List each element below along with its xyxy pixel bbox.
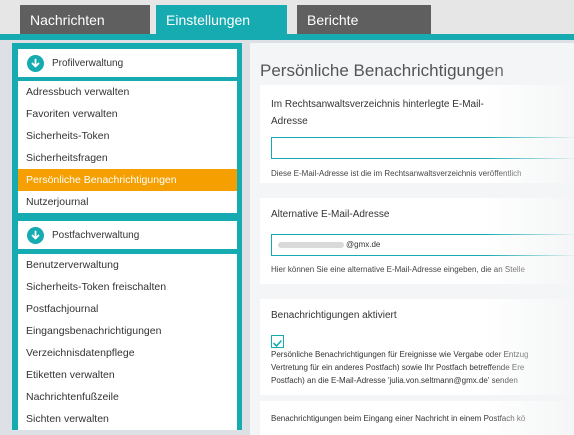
sidebar-item-postfachjournal[interactable]: Postfachjournal	[18, 298, 237, 320]
alternative-email-field[interactable]: @gmx.de	[271, 234, 574, 256]
card-eingang: Benachrichtigungen beim Eingang einer Na…	[260, 401, 574, 435]
page-title: Persönliche Benachrichtigungen	[260, 61, 504, 80]
section-postfachverwaltung[interactable]: Postfachverwaltung	[18, 221, 237, 249]
sidebar-item-etiketten[interactable]: Etiketten verwalten	[18, 364, 237, 386]
card-label: Im Rechtsanwaltsverzeichnis hinterlegte …	[271, 99, 484, 110]
field-hint: Hier können Sie eine alternative E-Mail-…	[271, 265, 525, 274]
sidebar-item-benutzerverwaltung[interactable]: Benutzerverwaltung	[18, 254, 237, 276]
card-label: Adresse	[271, 116, 308, 127]
main-content: Persönliche Benachrichtigungen Im Rechts…	[250, 43, 574, 435]
card-benachrichtigungen: Benachrichtigungen aktiviert Persönliche…	[260, 299, 574, 395]
card-label: Alternative E-Mail-Adresse	[271, 209, 390, 220]
description-text: Persönliche Benachrichtigungen für Ereig…	[271, 350, 529, 359]
section-title: Postfachverwaltung	[52, 229, 140, 241]
card-alternative-email: Alternative E-Mail-Adresse @gmx.de Hier …	[260, 198, 574, 284]
sidebar-item-eingangsbenachrichtigungen[interactable]: Eingangsbenachrichtigungen	[18, 320, 237, 342]
profil-menu: Adressbuch verwalten Favoriten verwalten…	[18, 81, 237, 213]
postfach-menu: Benutzerverwaltung Sicherheits-Token fre…	[18, 254, 237, 430]
notifications-checkbox[interactable]	[271, 335, 284, 348]
tab-underline	[0, 34, 574, 40]
tab-einstellungen[interactable]: Einstellungen	[156, 5, 287, 35]
card-label: Benachrichtigungen aktiviert	[271, 310, 397, 321]
sidebar-item-benachrichtigungen[interactable]: Persönliche Benachrichtigungen	[18, 169, 237, 191]
email-domain: @gmx.de	[346, 240, 381, 249]
sidebar: Profilverwaltung Adressbuch verwalten Fa…	[12, 43, 242, 430]
sidebar-item-sicherheitsfragen[interactable]: Sicherheitsfragen	[18, 147, 237, 169]
arrow-down-icon	[27, 54, 44, 72]
section-profilverwaltung[interactable]: Profilverwaltung	[18, 49, 237, 77]
top-navigation: Nachrichten Einstellungen Berichte	[0, 0, 574, 35]
sidebar-item-fusszeile[interactable]: Nachrichtenfußzeile	[18, 386, 237, 408]
tab-nachrichten[interactable]: Nachrichten	[20, 5, 150, 35]
description-text: Benachrichtigungen beim Eingang einer Na…	[271, 414, 526, 423]
card-verzeichnis-email: Im Rechtsanwaltsverzeichnis hinterlegte …	[260, 85, 574, 183]
tab-berichte[interactable]: Berichte	[297, 5, 431, 35]
sidebar-item-sicherheits-token[interactable]: Sicherheits-Token	[18, 125, 237, 147]
arrow-down-icon	[27, 226, 44, 244]
sidebar-item-sichten[interactable]: Sichten verwalten	[18, 408, 237, 430]
sidebar-item-favoriten[interactable]: Favoriten verwalten	[18, 103, 237, 125]
field-hint: Diese E-Mail-Adresse ist die im Rechtsan…	[271, 169, 522, 178]
sidebar-item-token-freischalten[interactable]: Sicherheits-Token freischalten	[18, 276, 237, 298]
sidebar-item-adressbuch[interactable]: Adressbuch verwalten	[18, 81, 237, 103]
redacted-text	[278, 242, 344, 248]
sidebar-item-verzeichnisdatenpflege[interactable]: Verzeichnisdatenpflege	[18, 342, 237, 364]
description-text: Postfach) an die E-Mail-Adresse 'julia.v…	[271, 376, 518, 385]
description-text: Vertretung für ein anderes Postfach) sow…	[271, 363, 525, 372]
section-title: Profilverwaltung	[52, 57, 124, 69]
sidebar-item-nutzerjournal[interactable]: Nutzerjournal	[18, 191, 237, 213]
verzeichnis-email-field[interactable]	[271, 137, 574, 159]
